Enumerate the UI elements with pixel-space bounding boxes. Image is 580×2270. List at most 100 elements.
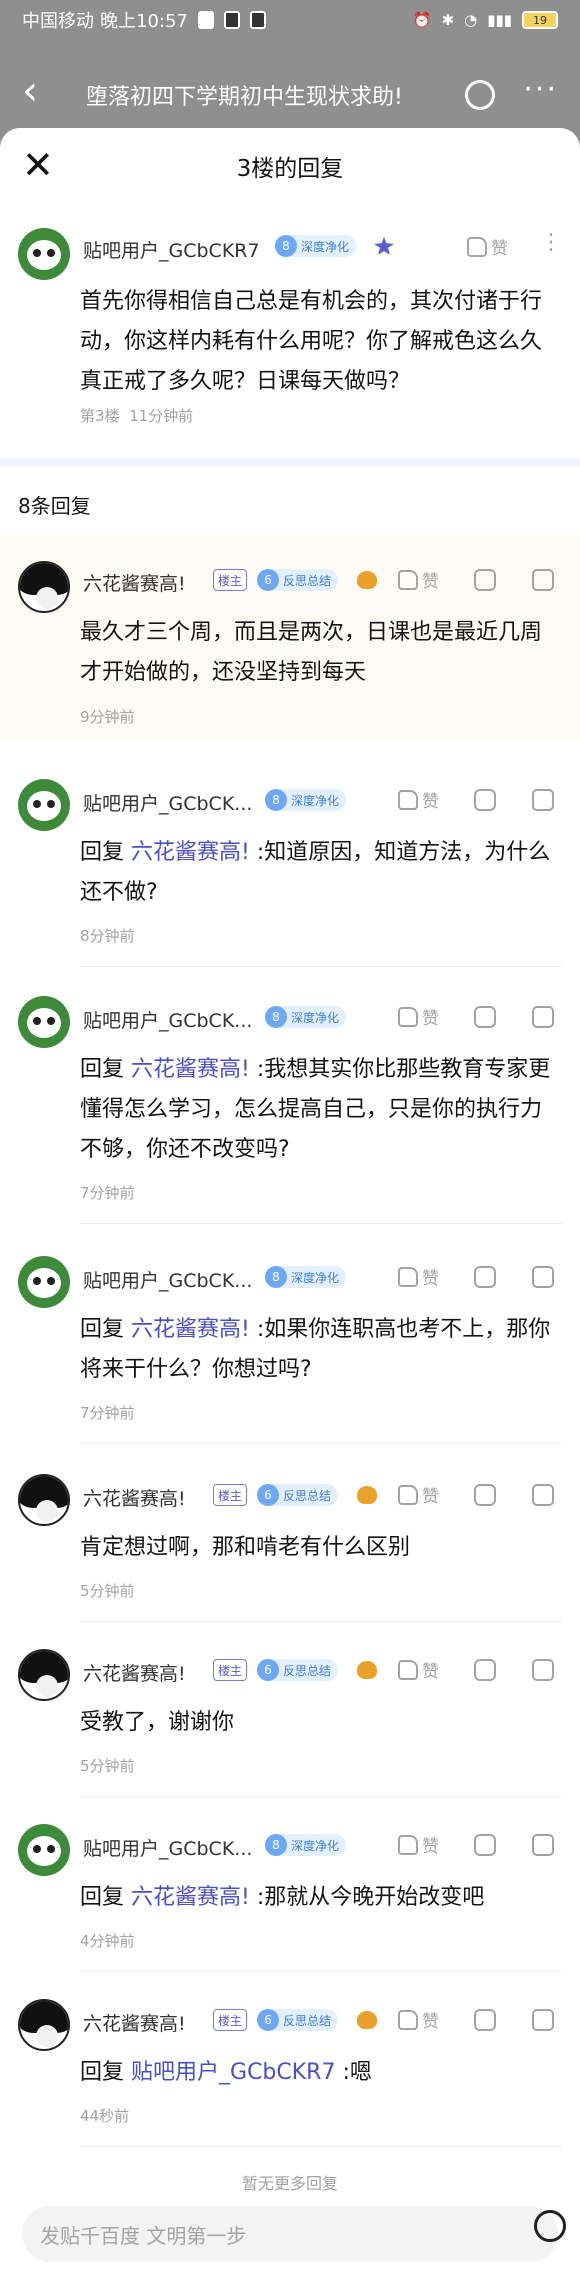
reply-item: 六花酱赛高! 楼主 6 反思总结 赞 最久才三个周，而且是两次，日课也是最近几周… (0, 533, 580, 738)
reply-time: 44秒前 (80, 2107, 130, 2125)
reply-icon[interactable] (474, 1484, 496, 1506)
reply-icon[interactable] (474, 569, 496, 591)
reply-time: 4分钟前 (80, 1932, 135, 1950)
smile-icon[interactable] (534, 2210, 566, 2242)
reply-item: 六花酱赛高! 楼主 6 反思总结 赞 受教了，谢谢你 5分钟前 (0, 1623, 580, 1798)
level-number: 8 (265, 1834, 287, 1856)
avatar[interactable] (18, 996, 70, 1048)
divider (80, 1223, 562, 1224)
more-icon[interactable]: ··· (523, 72, 558, 107)
divider (80, 1621, 562, 1622)
level-badge: 8 深度净化 (265, 1266, 347, 1288)
level-name: 反思总结 (283, 573, 332, 588)
like-label: 赞 (422, 1662, 439, 1682)
status-bar: 中国移动 晚上10:57 ⏰ ✱ ◔ ▮▮▮ 19 (0, 0, 580, 40)
reply-icon[interactable] (474, 1266, 496, 1288)
like-button[interactable]: 赞 (467, 234, 508, 259)
input-bar: 发贴千百度 文明第一步 (0, 2198, 580, 2270)
divider (80, 1443, 562, 1444)
level-name: 深度净化 (291, 1270, 340, 1285)
avatar[interactable] (18, 779, 70, 831)
medal-icon (374, 237, 394, 255)
reply-content: 回复 六花酱赛高! :知道原因，知道方法，为什么还不做? (80, 833, 558, 913)
avatar[interactable] (18, 1999, 70, 2051)
avatar[interactable] (18, 1474, 70, 1526)
like-label: 赞 (422, 792, 439, 812)
reply-time: 8分钟前 (80, 927, 135, 945)
more-menu-icon[interactable] (532, 1006, 554, 1028)
more-menu-icon[interactable]: ⋮ (540, 232, 562, 254)
like-button[interactable]: 赞 (398, 1832, 439, 1857)
like-button[interactable]: 赞 (398, 1004, 439, 1029)
avatar[interactable] (18, 1649, 70, 1701)
reply-to-user[interactable]: 贴吧用户_GCbCKR7 (131, 2060, 335, 2085)
like-button[interactable]: 赞 (398, 1482, 439, 1507)
username[interactable]: 六花酱赛高! (83, 1659, 186, 1686)
chevron-left-icon[interactable]: ‹ (22, 71, 62, 111)
more-menu-icon[interactable] (532, 1484, 554, 1506)
close-icon[interactable]: ✕ (22, 146, 54, 184)
reply-icon[interactable] (474, 789, 496, 811)
username[interactable]: 六花酱赛高! (83, 569, 186, 596)
edit-icon[interactable] (465, 80, 496, 110)
username[interactable]: 贴吧用户_GCbCK... (83, 1006, 252, 1033)
reply-icon[interactable] (474, 2009, 496, 2031)
reply-input[interactable]: 发贴千百度 文明第一步 (22, 2206, 558, 2262)
username[interactable]: 贴吧用户_GCbCKR7 (83, 236, 260, 263)
more-menu-icon[interactable] (532, 1834, 554, 1856)
like-button[interactable]: 赞 (398, 2007, 439, 2032)
divider (80, 966, 562, 967)
reply-to-user[interactable]: 六花酱赛高! (131, 1885, 250, 1910)
level-number: 8 (265, 1266, 287, 1288)
like-label: 赞 (422, 1487, 439, 1507)
avatar[interactable] (18, 561, 70, 613)
input-placeholder: 发贴千百度 文明第一步 (40, 2223, 247, 2248)
floor-number: 第3楼 (80, 407, 120, 425)
username[interactable]: 六花酱赛高! (83, 1484, 186, 1511)
level-number: 6 (257, 2009, 279, 2031)
reply-to-user[interactable]: 六花酱赛高! (131, 840, 250, 865)
like-button[interactable]: 赞 (398, 1657, 439, 1682)
reply-time: 7分钟前 (80, 1404, 135, 1422)
reply-prefix: 回复 (80, 2060, 125, 2085)
thumb-up-icon (398, 1266, 418, 1287)
reply-item: 贴吧用户_GCbCK... 8 深度净化 赞 回复 六花酱赛高! :如果你连职高也… (0, 1230, 580, 1445)
reply-icon[interactable] (474, 1834, 496, 1856)
thumb-up-icon (398, 1659, 418, 1680)
avatar[interactable] (18, 1256, 70, 1308)
level-name: 深度净化 (291, 1838, 340, 1853)
like-button[interactable]: 赞 (398, 1264, 439, 1289)
reply-content: 回复 贴吧用户_GCbCKR7 :嗯 (80, 2053, 558, 2093)
post-meta: 第3楼 11分钟前 (80, 405, 193, 426)
avatar[interactable] (18, 228, 70, 280)
username[interactable]: 贴吧用户_GCbCK... (83, 1834, 252, 1861)
more-menu-icon[interactable] (532, 789, 554, 811)
like-button[interactable]: 赞 (398, 787, 439, 812)
thumb-up-icon (398, 789, 418, 810)
level-badge: 6 反思总结 (257, 569, 339, 591)
username[interactable]: 贴吧用户_GCbCK... (83, 789, 252, 816)
level-number: 8 (275, 235, 297, 257)
more-menu-icon[interactable] (532, 2009, 554, 2031)
username[interactable]: 贴吧用户_GCbCK... (83, 1266, 252, 1293)
avatar[interactable] (18, 1824, 70, 1876)
reply-content: 受教了，谢谢你 (80, 1710, 235, 1735)
more-menu-icon[interactable] (532, 1659, 554, 1681)
more-menu-icon[interactable] (532, 1266, 554, 1288)
reply-to-user[interactable]: 六花酱赛高! (131, 1317, 250, 1342)
level-badge: 8 深度净化 (275, 235, 357, 257)
medal-icon (357, 1486, 377, 1504)
level-number: 6 (257, 569, 279, 591)
like-button[interactable]: 赞 (398, 567, 439, 592)
owner-tag: 楼主 (213, 1484, 248, 1506)
username[interactable]: 六花酱赛高! (83, 2009, 186, 2036)
reply-to-user[interactable]: 六花酱赛高! (131, 1057, 250, 1082)
reply-prefix: 回复 (80, 1057, 125, 1082)
owner-tag: 楼主 (213, 1659, 248, 1681)
carrier-label: 中国移动 (22, 11, 94, 32)
reply-icon[interactable] (474, 1659, 496, 1681)
more-menu-icon[interactable] (532, 569, 554, 591)
level-name: 反思总结 (283, 2013, 332, 2028)
reply-icon[interactable] (474, 1006, 496, 1028)
level-name: 深度净化 (291, 1010, 340, 1025)
